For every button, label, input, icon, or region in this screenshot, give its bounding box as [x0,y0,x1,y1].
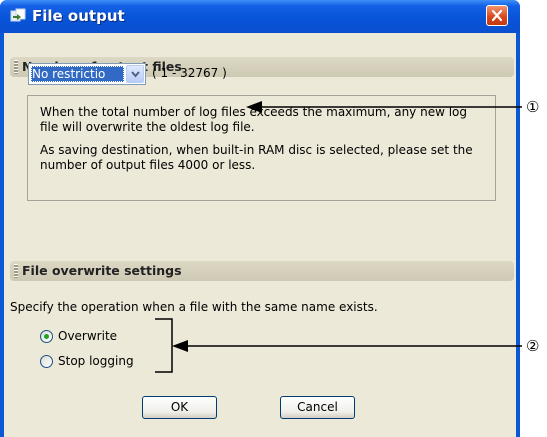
annotation-number-1: ① [526,98,540,116]
callout-bracket-2 [155,318,522,373]
annotation-number-2: ② [526,337,540,355]
annotation-overlay [155,101,522,373]
callout-arrow-1 [246,101,522,113]
